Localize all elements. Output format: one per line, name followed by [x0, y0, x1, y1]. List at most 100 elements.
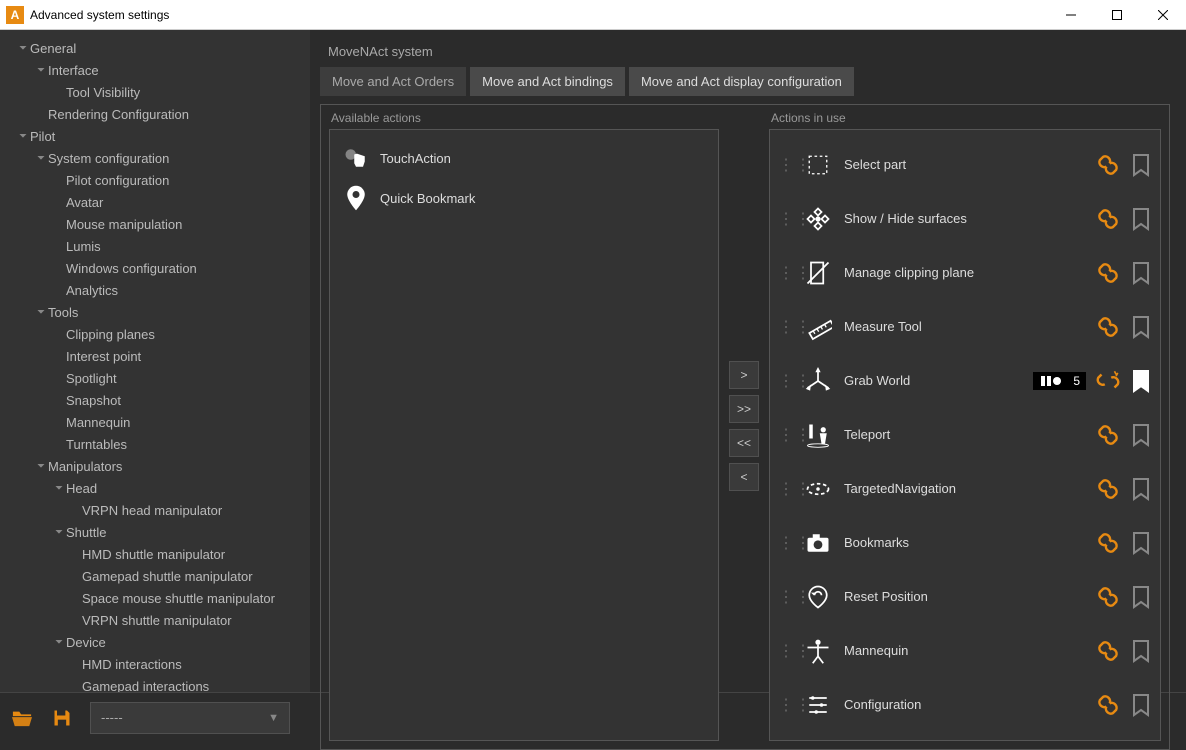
bookmark-icon[interactable] — [1130, 421, 1152, 449]
tree-item-mannequin[interactable]: Mannequin — [4, 412, 310, 434]
tree-item-hmd-interactions[interactable]: HMD interactions — [4, 654, 310, 676]
tree-item-interest-point[interactable]: Interest point — [4, 346, 310, 368]
inuse-action-manage-clipping-plane[interactable]: ⋮⋮ Manage clipping plane — [778, 246, 1152, 300]
bookmark-icon[interactable] — [1130, 529, 1152, 557]
tree-item-pilot-configuration[interactable]: Pilot configuration — [4, 170, 310, 192]
drag-handle-icon[interactable]: ⋮⋮ — [778, 263, 792, 283]
available-action-label: Quick Bookmark — [380, 191, 475, 206]
inuse-action-reset-position[interactable]: ⋮⋮Reset Position — [778, 570, 1152, 624]
open-folder-icon[interactable] — [10, 706, 34, 730]
link-icon[interactable] — [1094, 259, 1122, 287]
bookmark-icon[interactable] — [1130, 583, 1152, 611]
available-actions-list[interactable]: TouchAction Quick Bookmark — [329, 129, 719, 741]
drag-handle-icon[interactable]: ⋮⋮ — [778, 425, 792, 445]
drag-handle-icon[interactable]: ⋮⋮ — [778, 209, 792, 229]
link-icon[interactable] — [1094, 475, 1122, 503]
tree-item-shuttle[interactable]: ⏷Shuttle — [4, 522, 310, 544]
inuse-action-configuration[interactable]: ⋮⋮Configuration — [778, 678, 1152, 732]
bookmark-icon[interactable] — [1130, 259, 1152, 287]
transfer-button-2[interactable]: << — [729, 429, 759, 457]
link-icon[interactable] — [1094, 421, 1122, 449]
bookmark-icon[interactable] — [1130, 205, 1152, 233]
settings-tree[interactable]: ⏷General⏷InterfaceTool VisibilityRenderi… — [0, 30, 310, 692]
inuse-action-select-part[interactable]: ⋮⋮Select part — [778, 138, 1152, 192]
tree-item-tool-visibility[interactable]: Tool Visibility — [4, 82, 310, 104]
bookmark-icon[interactable] — [1130, 475, 1152, 503]
minimize-button[interactable] — [1048, 0, 1094, 30]
bookmark-icon[interactable] — [1130, 637, 1152, 665]
tree-item-clipping-planes[interactable]: Clipping planes — [4, 324, 310, 346]
link-icon[interactable] — [1094, 151, 1122, 179]
link-icon[interactable] — [1094, 583, 1122, 611]
tree-item-lumis[interactable]: Lumis — [4, 236, 310, 258]
transfer-button-1[interactable]: >> — [729, 395, 759, 423]
available-action-touchaction[interactable]: TouchAction — [338, 138, 710, 178]
drag-handle-icon[interactable]: ⋮⋮ — [778, 317, 792, 337]
close-button[interactable] — [1140, 0, 1186, 30]
link-icon[interactable] — [1094, 313, 1122, 341]
save-icon[interactable] — [50, 706, 74, 730]
tree-item-windows-configuration[interactable]: Windows configuration — [4, 258, 310, 280]
tree-item-mouse-manipulation[interactable]: Mouse manipulation — [4, 214, 310, 236]
tab-move-and-act-bindings[interactable]: Move and Act bindings — [470, 67, 625, 96]
drag-handle-icon[interactable]: ⋮⋮ — [778, 479, 792, 499]
link-icon[interactable] — [1094, 529, 1122, 557]
tree-item-gamepad-shuttle-manipulator[interactable]: Gamepad shuttle manipulator — [4, 566, 310, 588]
tree-item-analytics[interactable]: Analytics — [4, 280, 310, 302]
tree-item-space-mouse-shuttle-manipulator[interactable]: Space mouse shuttle manipulator — [4, 588, 310, 610]
tab-move-and-act-display-configuration[interactable]: Move and Act display configuration — [629, 67, 854, 96]
chevron-down-icon: ▼ — [268, 712, 279, 724]
tree-item-label: Interface — [48, 62, 99, 80]
tree-item-snapshot[interactable]: Snapshot — [4, 390, 310, 412]
drag-handle-icon[interactable]: ⋮⋮ — [778, 641, 792, 661]
actions-in-use-list[interactable]: ⋮⋮Select part⋮⋮Show / Hide surfaces⋮⋮Man… — [769, 129, 1161, 741]
drag-handle-icon[interactable]: ⋮⋮ — [778, 695, 792, 715]
inuse-action-label: Manage clipping plane — [844, 265, 1086, 280]
drag-handle-icon[interactable]: ⋮⋮ — [778, 155, 792, 175]
inuse-action-bookmarks[interactable]: ⋮⋮Bookmarks — [778, 516, 1152, 570]
tree-item-manipulators[interactable]: ⏷Manipulators — [4, 456, 310, 478]
tree-item-tools[interactable]: ⏷Tools — [4, 302, 310, 324]
bookmark-icon[interactable] — [1130, 313, 1152, 341]
tree-item-label: Manipulators — [48, 458, 122, 476]
drag-handle-icon[interactable]: ⋮⋮ — [778, 371, 792, 391]
link-icon[interactable] — [1094, 367, 1122, 395]
tree-item-pilot[interactable]: ⏷Pilot — [4, 126, 310, 148]
drag-handle-icon[interactable]: ⋮⋮ — [778, 533, 792, 553]
tree-item-system-configuration[interactable]: ⏷System configuration — [4, 148, 310, 170]
tree-item-rendering-configuration[interactable]: Rendering Configuration — [4, 104, 310, 126]
transfer-button-3[interactable]: < — [729, 463, 759, 491]
inuse-action-show-hide-surfaces[interactable]: ⋮⋮Show / Hide surfaces — [778, 192, 1152, 246]
tree-item-gamepad-interactions[interactable]: Gamepad interactions — [4, 676, 310, 692]
bookmark-icon[interactable] — [1130, 367, 1152, 395]
chevron-down-icon: ⏷ — [34, 62, 48, 80]
link-icon[interactable] — [1094, 691, 1122, 719]
tree-item-device[interactable]: ⏷Device — [4, 632, 310, 654]
titlebar: A Advanced system settings — [0, 0, 1186, 30]
link-icon[interactable] — [1094, 205, 1122, 233]
drag-handle-icon[interactable]: ⋮⋮ — [778, 587, 792, 607]
bookmark-icon[interactable] — [1130, 151, 1152, 179]
inuse-action-mannequin[interactable]: ⋮⋮Mannequin — [778, 624, 1152, 678]
inuse-action-targetednavigation[interactable]: ⋮⋮TargetedNavigation — [778, 462, 1152, 516]
tree-item-hmd-shuttle-manipulator[interactable]: HMD shuttle manipulator — [4, 544, 310, 566]
tree-item-general[interactable]: ⏷General — [4, 38, 310, 60]
tree-item-avatar[interactable]: Avatar — [4, 192, 310, 214]
tree-item-turntables[interactable]: Turntables — [4, 434, 310, 456]
maximize-button[interactable] — [1094, 0, 1140, 30]
bookmark-icon[interactable] — [1130, 691, 1152, 719]
tree-item-spotlight[interactable]: Spotlight — [4, 368, 310, 390]
tree-item-interface[interactable]: ⏷Interface — [4, 60, 310, 82]
inuse-action-measure-tool[interactable]: ⋮⋮Measure Tool — [778, 300, 1152, 354]
preset-select[interactable]: ----- ▼ — [90, 702, 290, 734]
transfer-button-0[interactable]: > — [729, 361, 759, 389]
tree-item-vrpn-head-manipulator[interactable]: VRPN head manipulator — [4, 500, 310, 522]
link-icon[interactable] — [1094, 637, 1122, 665]
tree-item-vrpn-shuttle-manipulator[interactable]: VRPN shuttle manipulator — [4, 610, 310, 632]
inuse-action-teleport[interactable]: ⋮⋮Teleport — [778, 408, 1152, 462]
tree-item-label: Pilot — [30, 128, 55, 146]
tree-item-head[interactable]: ⏷Head — [4, 478, 310, 500]
tab-move-and-act-orders[interactable]: Move and Act Orders — [320, 67, 466, 96]
inuse-action-grab-world[interactable]: ⋮⋮Grab World5 — [778, 354, 1152, 408]
available-action-quick-bookmark[interactable]: Quick Bookmark — [338, 178, 710, 218]
